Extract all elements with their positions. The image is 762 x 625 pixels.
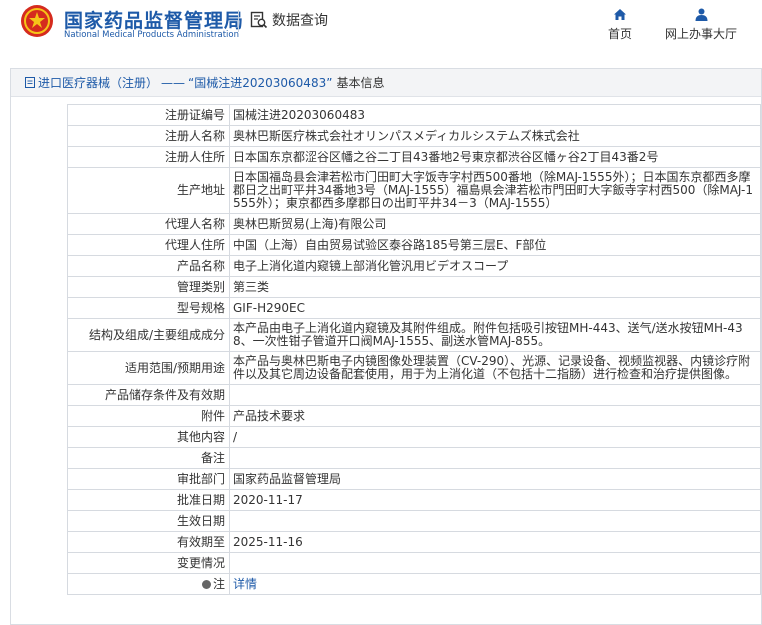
table-row: 注册人住所 日本国东京都涩谷区幡之谷二丁目43番地2号東京都渋谷区幡ヶ谷2丁目43… [67, 146, 761, 168]
field-value: 2025-11-16 [229, 531, 761, 553]
data-query-icon [250, 11, 268, 29]
field-value: / [229, 426, 761, 448]
details-link[interactable]: 详情 [233, 577, 257, 591]
field-value: 国械注进20203060483 [229, 104, 761, 126]
field-label: 适用范围/预期用途 [67, 351, 230, 385]
header-divider [238, 10, 239, 32]
nav-service-hall[interactable]: 网上办事大厅 [665, 8, 737, 42]
breadcrumb-category-link[interactable]: 进口医疗器械（注册） [38, 74, 158, 91]
nav-home-label: 首页 [608, 27, 633, 41]
field-value [229, 384, 761, 406]
field-label: 有效期至 [67, 531, 230, 553]
field-label: 管理类别 [67, 276, 230, 298]
data-query-link[interactable]: 数据查询 [250, 10, 328, 30]
field-value [229, 552, 761, 574]
table-row: 审批部门 国家药品监督管理局 [67, 468, 761, 490]
field-value [229, 510, 761, 532]
breadcrumb-suffix: 基本信息 [336, 76, 385, 90]
field-value: 奥林巴斯贸易(上海)有限公司 [229, 213, 761, 235]
table-row: 注册证编号 国械注进20203060483 [67, 104, 761, 126]
breadcrumb: 进口医疗器械（注册） —— “国械注进20203060483” 基本信息 [11, 69, 761, 97]
field-value: GIF-H290EC [229, 297, 761, 319]
brand-title[interactable]: 国家药品监督管理局 [64, 6, 244, 33]
note-label: 注 [212, 576, 225, 591]
table-row: 适用范围/预期用途 本产品与奥林巴斯电子内镜图像处理装置（CV-290）、光源、记… [67, 351, 761, 385]
document-icon [25, 77, 35, 88]
user-icon [695, 8, 707, 21]
field-label: 产品名称 [67, 255, 230, 277]
table-row: 生产地址 日本国福岛县会津若松市门田町大字饭寺字村西500番地（除MAJ-1555… [67, 167, 761, 214]
table-row: 代理人住所 中国（上海）自由贸易试验区泰谷路185号第三层E、F部位 [67, 234, 761, 256]
field-value: 本产品由电子上消化道内窥镜及其附件组成。附件包括吸引按钮MH-443、送气/送水… [229, 318, 761, 352]
field-value [229, 447, 761, 469]
table-row: 其他内容 / [67, 426, 761, 448]
table-row: 备注 [67, 447, 761, 469]
table-row: 批准日期 2020-11-17 [67, 489, 761, 511]
nav-service-hall-label: 网上办事大厅 [665, 27, 738, 41]
table-row: 结构及组成/主要组成成分 本产品由电子上消化道内窥镜及其附件组成。附件包括吸引按钮… [67, 318, 761, 352]
table-row: 产品储存条件及有效期 [67, 384, 761, 406]
field-label: 其他内容 [67, 426, 230, 448]
field-value: 详情 [229, 573, 761, 595]
table-row: 附件 产品技术要求 [67, 405, 761, 427]
field-value: 本产品与奥林巴斯电子内镜图像处理装置（CV-290）、光源、记录设备、视频监视器… [229, 351, 761, 385]
detail-panel: 进口医疗器械（注册） —— “国械注进20203060483” 基本信息 注册证… [10, 68, 762, 625]
field-label: 生效日期 [67, 510, 230, 532]
data-query-label: 数据查询 [272, 13, 328, 29]
table-row: 注 详情 [67, 573, 761, 595]
field-value: 电子上消化道内窥镜上部消化管汎用ビデオスコープ [229, 255, 761, 277]
field-value: 产品技术要求 [229, 405, 761, 427]
site-header: 国家药品监督管理局 National Medical Products Admi… [0, 0, 762, 62]
field-value: 奥林巴斯医疗株式会社オリンパスメディカルシステムズ株式会社 [229, 125, 761, 147]
field-label: 批准日期 [67, 489, 230, 511]
table-row: 变更情况 [67, 552, 761, 574]
field-label: 注册人住所 [67, 146, 230, 168]
field-label: 生产地址 [67, 167, 230, 214]
field-label: 代理人名称 [67, 213, 230, 235]
field-label: 变更情况 [67, 552, 230, 574]
info-table: 注册证编号 国械注进20203060483 注册人名称 奥林巴斯医疗株式会社オリンパ… [67, 104, 761, 595]
field-value: 第三类 [229, 276, 761, 298]
table-row: 注册人名称 奥林巴斯医疗株式会社オリンパスメディカルシステムズ株式会社 [67, 125, 761, 147]
field-label: 注册证编号 [67, 104, 230, 126]
home-icon [614, 9, 626, 20]
field-label: 产品储存条件及有效期 [67, 384, 230, 406]
field-value: 2020-11-17 [229, 489, 761, 511]
national-emblem-icon [21, 5, 53, 37]
table-row: 生效日期 [67, 510, 761, 532]
breadcrumb-separator: —— [161, 75, 186, 90]
field-label: 附件 [67, 405, 230, 427]
field-label: 型号规格 [67, 297, 230, 319]
table-row: 代理人名称 奥林巴斯贸易(上海)有限公司 [67, 213, 761, 235]
field-label: 代理人住所 [67, 234, 230, 256]
breadcrumb-record-title: “国械注进20203060483” [188, 76, 333, 90]
brand-subtitle: National Medical Products Administration [64, 30, 239, 40]
pin-icon [201, 579, 211, 589]
field-label: 审批部门 [67, 468, 230, 490]
table-row: 有效期至 2025-11-16 [67, 531, 761, 553]
table-row: 产品名称 电子上消化道内窥镜上部消化管汎用ビデオスコープ [67, 255, 761, 277]
field-value: 日本国福岛县会津若松市门田町大字饭寺字村西500番地（除MAJ-1555外）；日… [229, 167, 761, 214]
field-label: 备注 [67, 447, 230, 469]
field-value: 中国（上海）自由贸易试验区泰谷路185号第三层E、F部位 [229, 234, 761, 256]
field-value: 国家药品监督管理局 [229, 468, 761, 490]
nav-home[interactable]: 首页 [608, 8, 632, 42]
table-row: 型号规格 GIF-H290EC [67, 297, 761, 319]
field-value: 日本国东京都涩谷区幡之谷二丁目43番地2号東京都渋谷区幡ヶ谷2丁目43番2号 [229, 146, 761, 168]
field-label-note: 注 [67, 573, 230, 595]
field-label: 注册人名称 [67, 125, 230, 147]
table-row: 管理类别 第三类 [67, 276, 761, 298]
field-label: 结构及组成/主要组成成分 [67, 318, 230, 352]
